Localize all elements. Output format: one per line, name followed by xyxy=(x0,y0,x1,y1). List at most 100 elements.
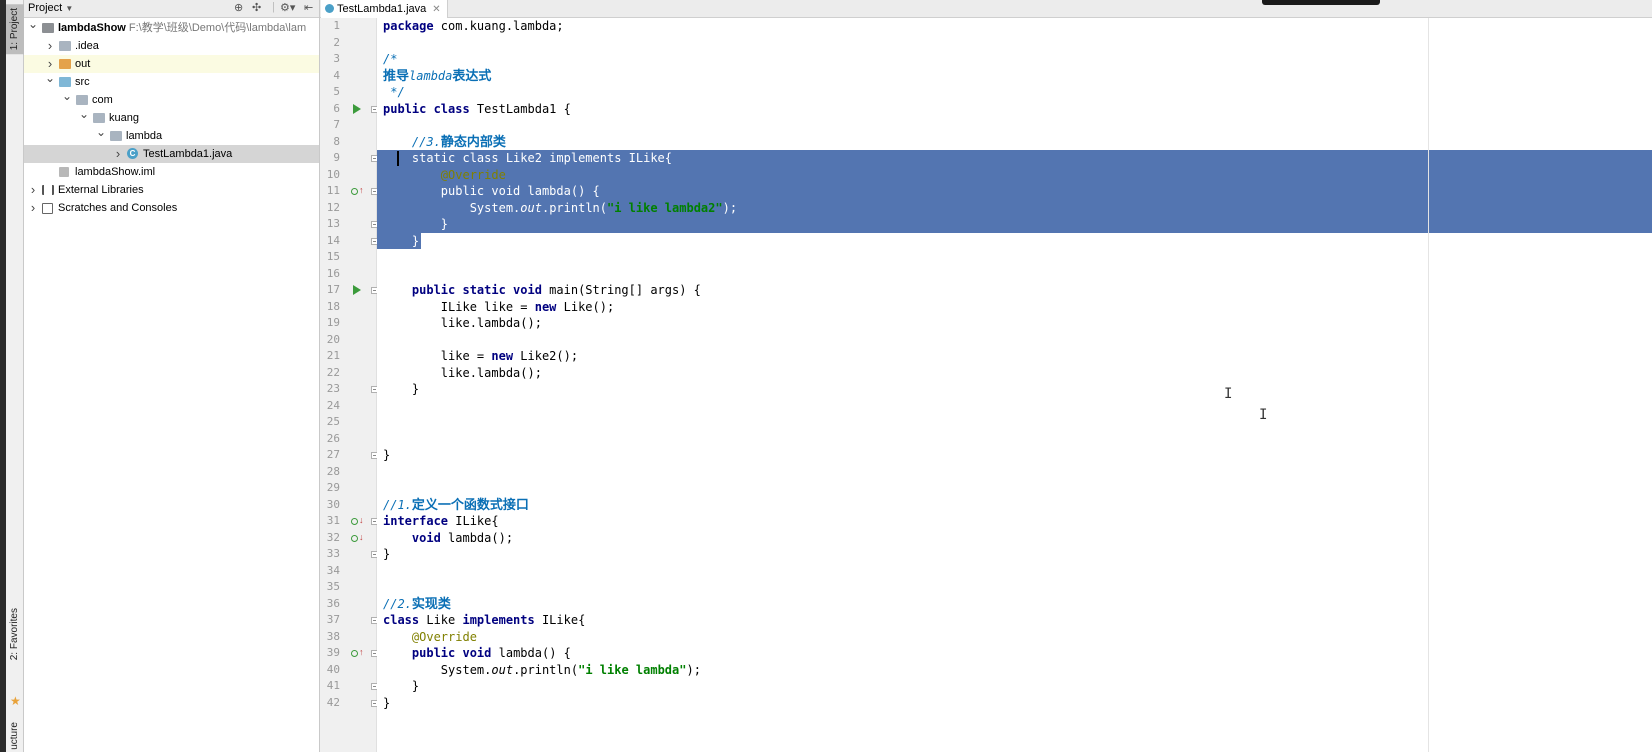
tree-item-label: com xyxy=(92,94,113,106)
code-line[interactable]: System.out.println("i like lambda"); xyxy=(383,662,701,679)
code-line[interactable]: } xyxy=(383,546,390,563)
line-number: 13 xyxy=(326,217,340,230)
code-line[interactable]: class Like implements ILike{ xyxy=(383,612,585,629)
code-line[interactable]: @Override xyxy=(383,629,477,646)
tree-item[interactable]: › External Libraries xyxy=(24,181,319,199)
code-line[interactable]: static class Like2 implements ILike{ xyxy=(383,150,672,167)
code-line[interactable]: /* xyxy=(383,51,397,68)
tree-item[interactable]: ⌄ kuang xyxy=(24,107,319,127)
code-line[interactable]: interface ILike{ xyxy=(383,513,499,530)
project-panel-toolbar: Project ▼ ⊕ ✣ | ⚙▾ ⇤ xyxy=(24,0,319,18)
editor-tab-bar: TestLambda1.java ✕ xyxy=(320,0,1652,18)
line-number: 20 xyxy=(326,332,340,346)
code-line[interactable]: like.lambda(); xyxy=(383,315,542,332)
code-line[interactable]: void lambda(); xyxy=(383,530,513,547)
code-line[interactable]: } xyxy=(383,233,419,250)
code-line[interactable]: } xyxy=(383,216,448,233)
code-line[interactable]: like = new Like2(); xyxy=(383,348,578,365)
chevron-right-icon[interactable]: › xyxy=(28,199,38,217)
code-line[interactable]: //2.实现类 xyxy=(383,596,451,613)
code-line[interactable]: } xyxy=(383,447,390,464)
tree-item[interactable]: ⌄ lambda xyxy=(24,125,319,145)
close-icon[interactable]: ✕ xyxy=(432,4,440,15)
tree-item[interactable]: lambdaShow.iml xyxy=(24,163,319,181)
line-number: 4 xyxy=(333,68,340,82)
chevron-right-icon[interactable]: › xyxy=(28,181,38,199)
editor-tab-label: TestLambda1.java xyxy=(337,3,427,15)
dropdown-arrow-icon: ▼ xyxy=(65,4,74,13)
code-line[interactable]: public void lambda() { xyxy=(383,645,571,662)
editor-tab-testlambda1[interactable]: TestLambda1.java ✕ xyxy=(321,0,448,18)
package-icon xyxy=(93,113,105,123)
code-editor[interactable]: package com.kuang.lambda; /* 推导lambda表达式 *… xyxy=(377,18,1652,752)
code-line[interactable]: } xyxy=(383,695,390,712)
implemented-icon[interactable] xyxy=(351,534,358,542)
line-number: 1 xyxy=(333,19,340,32)
tree-item[interactable]: ⌄ com xyxy=(24,89,319,109)
project-tool-tab[interactable]: 1: Project xyxy=(6,4,24,55)
line-number: 30 xyxy=(326,497,340,511)
tree-item-label: External Libraries xyxy=(58,184,144,196)
line-number: 11 xyxy=(326,184,340,197)
structure-tool-tab[interactable]: ucture xyxy=(9,722,20,750)
arrow-up-icon: ↑ xyxy=(359,185,364,195)
tree-item[interactable]: › Scratches and Consoles xyxy=(24,199,319,217)
favorites-tool-tab[interactable]: 2: Favorites xyxy=(9,608,20,660)
code-line[interactable]: //3.静态内部类 xyxy=(383,134,506,151)
chevron-down-icon[interactable]: ⌄ xyxy=(62,87,72,105)
chevron-right-icon[interactable]: › xyxy=(45,37,55,55)
tree-item-label: lambdaShow F:\教学\班级\Demo\代码\lambda\lam xyxy=(58,22,307,34)
chevron-down-icon[interactable]: ⌄ xyxy=(96,123,106,141)
tree-item[interactable]: ⌄ lambdaShow F:\教学\班级\Demo\代码\lambda\lam xyxy=(24,17,319,37)
tree-item[interactable]: › out xyxy=(24,55,319,73)
collapse-all-icon[interactable]: ✣ xyxy=(252,1,261,14)
code-line[interactable]: public void lambda() { xyxy=(383,183,600,200)
locate-file-icon[interactable]: ⊕ xyxy=(234,1,243,14)
line-number: 21 xyxy=(326,349,340,362)
tree-item-label: TestLambda1.java xyxy=(143,148,233,160)
line-number: 34 xyxy=(326,563,340,577)
implemented-icon[interactable] xyxy=(351,518,358,525)
toolbar-separator: | xyxy=(272,1,275,13)
chevron-down-icon[interactable]: ⌄ xyxy=(45,69,55,87)
hide-panel-icon[interactable]: ⇤ xyxy=(304,1,313,14)
java-class-icon: C xyxy=(127,148,138,159)
module-path: F:\教学\班级\Demo\代码\lambda\lam xyxy=(125,22,307,34)
chevron-down-icon[interactable]: ⌄ xyxy=(79,105,89,123)
tree-item[interactable]: › C TestLambda1.java xyxy=(24,145,319,163)
line-number: 25 xyxy=(326,415,340,428)
package-icon xyxy=(110,131,122,141)
code-line[interactable]: @Override xyxy=(383,167,506,184)
code-line[interactable]: 推导lambda表达式 xyxy=(383,68,491,85)
code-line[interactable]: ILike like = new Like(); xyxy=(383,299,614,316)
line-number: 14 xyxy=(326,233,340,247)
override-method-icon[interactable] xyxy=(351,188,358,195)
run-icon[interactable] xyxy=(353,103,361,114)
line-number: 9 xyxy=(333,151,340,164)
text-cursor-icon: I xyxy=(1224,386,1233,402)
code-line[interactable]: //1.定义一个函数式接口 xyxy=(383,497,529,514)
project-view-selector[interactable]: Project ▼ xyxy=(28,2,73,14)
code-line[interactable]: public class TestLambda1 { xyxy=(383,101,571,118)
run-icon[interactable] xyxy=(353,285,361,295)
project-panel-title: Project xyxy=(28,2,63,14)
code-line[interactable]: } xyxy=(383,678,419,695)
code-line[interactable]: } xyxy=(383,381,419,398)
line-number: 12 xyxy=(326,200,340,214)
line-number: 40 xyxy=(326,662,340,676)
code-line[interactable]: public static void main(String[] args) { xyxy=(383,282,701,299)
code-line[interactable]: package com.kuang.lambda; xyxy=(383,18,564,35)
code-line[interactable]: System.out.println("i like lambda2"); xyxy=(383,200,737,217)
chevron-right-icon[interactable]: › xyxy=(113,145,123,163)
folder-icon xyxy=(59,41,71,51)
line-number: 18 xyxy=(326,299,340,313)
tree-item[interactable]: › .idea xyxy=(24,37,319,55)
code-line[interactable]: like.lambda(); xyxy=(383,365,542,382)
line-number: 29 xyxy=(326,481,340,494)
chevron-down-icon[interactable]: ⌄ xyxy=(28,15,38,33)
line-number: 16 xyxy=(326,266,340,280)
module-icon xyxy=(42,23,54,33)
code-line[interactable]: */ xyxy=(383,84,404,101)
gear-icon[interactable]: ⚙▾ xyxy=(280,1,295,14)
override-method-icon[interactable] xyxy=(351,650,358,657)
